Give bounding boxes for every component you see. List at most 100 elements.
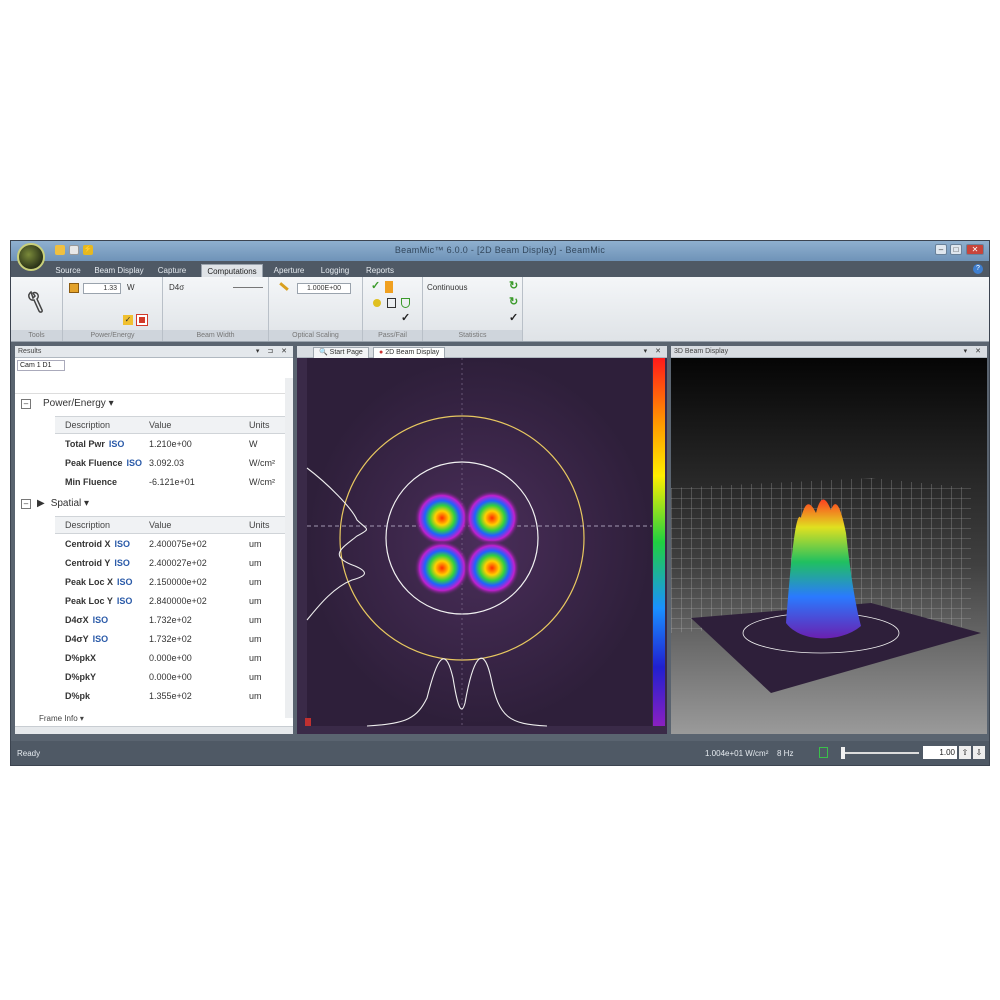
power-unit[interactable]: W [127, 283, 135, 292]
row-unit: um [249, 577, 262, 587]
scale-input[interactable]: 1.000E+00 [297, 283, 351, 294]
group-label-optical-scaling: Optical Scaling [269, 330, 362, 341]
beam-width-mode[interactable]: D4σ [169, 283, 184, 292]
section-spatial[interactable]: – ▶ Spatial ▾ [21, 498, 89, 514]
app-window: ⚡ BeamMic™ 6.0.0 - [2D Beam Display] - B… [10, 240, 990, 766]
tab-aperture[interactable]: Aperture [269, 264, 309, 277]
refresh-icon-2[interactable]: ↻ [509, 295, 518, 308]
warning-icon[interactable] [385, 281, 393, 293]
pane-buttons[interactable]: ▾ ⊐ ✕ [256, 346, 290, 358]
close-button[interactable]: ✕ [966, 244, 984, 255]
ribbon-tabs: Source Beam Display Capture Computations… [11, 261, 989, 277]
indicator-icon[interactable] [819, 747, 828, 758]
ribbon: Tools 1.33 W ✓ Power/Energy D4σ Beam Wid… [11, 277, 989, 342]
pane-buttons[interactable]: ▾ ✕ [644, 346, 664, 358]
power-input[interactable]: 1.33 [83, 283, 121, 294]
row-desc: Peak Loc X [65, 577, 114, 587]
tab-capture[interactable]: Capture [153, 264, 191, 277]
tab-label: Start Page [329, 349, 363, 356]
beam-3d-pane: 3D Beam Display ▾ ✕ [671, 346, 987, 734]
zoom-slider-track[interactable] [841, 752, 919, 754]
row-desc: D%pkY [65, 672, 97, 682]
power-icon[interactable] [69, 283, 79, 293]
column-headers: Description Value Units [55, 416, 287, 434]
doc-icon[interactable] [387, 298, 396, 308]
row-desc: Centroid X [65, 539, 111, 549]
section-power-energy[interactable]: – Power/Energy ▾ [21, 398, 114, 414]
iso-badge: ISO [114, 539, 131, 549]
section-frame-info[interactable]: Frame Info ▾ [39, 714, 84, 723]
help-icon[interactable]: ? [973, 264, 983, 274]
pane-buttons[interactable]: ▾ ✕ [964, 346, 984, 358]
pass-fail-enable-icon[interactable]: ✓ [401, 311, 410, 324]
group-pass-fail: ✓ ✓ Pass/Fail [363, 277, 423, 341]
iso-badge: ISO [108, 439, 125, 449]
beam-lobe-bottom-right [464, 540, 520, 596]
row-unit: um [249, 653, 262, 663]
group-tools: Tools [11, 277, 63, 341]
tab-source[interactable]: Source [51, 264, 85, 277]
results-header: Results ▾ ⊐ ✕ [15, 346, 293, 358]
color-scale-bar [653, 358, 665, 726]
iso-badge: ISO [114, 558, 130, 568]
table-row: D%pkY 0.000e+00 um [15, 669, 293, 687]
minimize-button[interactable]: – [935, 244, 947, 255]
row-value: 3.092.03 [149, 458, 185, 468]
beam-3d-plot[interactable] [671, 358, 987, 734]
header-description: Description [65, 420, 111, 430]
iso-badge: ISO [126, 458, 143, 468]
pencil-icon[interactable] [279, 282, 289, 291]
tab-label: 2D Beam Display [385, 349, 440, 356]
tab-logging[interactable]: Logging [317, 264, 353, 277]
pass-check-icon[interactable]: ✓ [371, 279, 380, 292]
row-desc: Centroid Y [65, 558, 111, 568]
column-headers: Description Value Units [55, 516, 287, 534]
check-icon[interactable]: ✓ [123, 315, 133, 325]
wrench-icon[interactable] [25, 289, 47, 315]
table-row: Centroid X ISO 2.400075e+02 um [15, 536, 293, 554]
row-unit: W/cm² [249, 477, 275, 487]
table-row: D%pk 1.355e+02 um [15, 688, 293, 706]
horizontal-scrollbar[interactable] [15, 726, 293, 734]
maximize-button[interactable]: □ [950, 244, 962, 255]
zoom-down-icon[interactable]: ⇩ [973, 746, 985, 759]
statistics-enable-icon[interactable]: ✓ [509, 311, 518, 324]
beam-lobe-top-left [414, 490, 470, 546]
tab-start-page[interactable]: 🔍 Start Page [313, 347, 369, 358]
shield-icon[interactable] [401, 298, 410, 308]
stop-icon[interactable] [136, 314, 148, 326]
statistics-mode[interactable]: Continuous [427, 283, 467, 292]
row-value: 2.840000e+02 [149, 596, 207, 606]
group-beam-width: D4σ Beam Width [163, 277, 269, 341]
row-value: 2.400027e+02 [149, 558, 207, 568]
table-row: Total Pwr ISO 1.210e+00 W [15, 436, 293, 454]
table-row: Min Fluence -6.121e+01 W/cm² [15, 474, 293, 492]
tab-beam-display[interactable]: Beam Display [91, 264, 147, 277]
zoom-slider-thumb[interactable] [841, 747, 845, 759]
collapse-icon[interactable]: – [21, 499, 31, 509]
row-unit: W/cm² [249, 458, 275, 468]
tab-computations[interactable]: Computations [201, 264, 263, 277]
side-wall-grid [871, 478, 971, 628]
beam-2d-plot[interactable] [297, 358, 667, 734]
row-desc: D4σY [65, 634, 89, 644]
status-dot-icon[interactable] [373, 299, 381, 307]
vertical-scrollbar[interactable] [285, 378, 293, 718]
header-units: Units [249, 420, 270, 430]
tab-reports[interactable]: Reports [361, 264, 399, 277]
row-unit: um [249, 558, 262, 568]
camera-dropdown[interactable]: Cam 1 D1 [17, 360, 65, 371]
zoom-input[interactable]: 1.00 [923, 746, 957, 759]
zoom-up-icon[interactable]: ⇧ [959, 746, 971, 759]
table-row: D%pkX 0.000e+00 um [15, 650, 293, 668]
results-title: Results [18, 348, 42, 355]
app-logo-icon[interactable] [17, 243, 45, 271]
row-value: 2.400075e+02 [149, 539, 207, 549]
tab-2d-beam-display[interactable]: ● 2D Beam Display [373, 347, 446, 358]
table-row: Peak Loc X ISO 2.150000e+02 um [15, 574, 293, 592]
collapse-icon[interactable]: – [21, 399, 31, 409]
beam-width-slider[interactable] [233, 287, 263, 288]
header-description: Description [65, 520, 111, 530]
refresh-icon-1[interactable]: ↻ [509, 279, 518, 292]
view-tab-strip: 🔍 Start Page ● 2D Beam Display ▾ ✕ [297, 346, 667, 358]
